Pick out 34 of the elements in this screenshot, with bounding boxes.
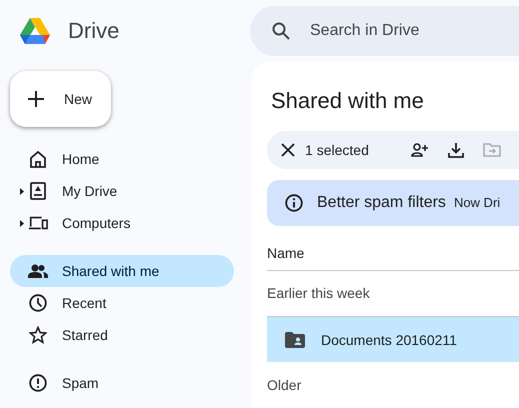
computers-icon bbox=[28, 215, 48, 231]
drive-icon bbox=[30, 182, 46, 200]
caret-icon bbox=[20, 188, 24, 194]
group-label: Earlier this week bbox=[267, 285, 370, 302]
star-icon bbox=[29, 326, 47, 344]
search-icon bbox=[272, 22, 290, 40]
sidebar-item[interactable]: Spam bbox=[10, 367, 234, 399]
home-icon bbox=[30, 150, 46, 168]
banner-text: Now Dri bbox=[454, 195, 500, 210]
sidebar-item[interactable]: Recent bbox=[10, 287, 234, 319]
sidebar-item[interactable]: My Drive bbox=[10, 175, 234, 207]
drive-logo-icon bbox=[20, 18, 50, 44]
file-row[interactable]: Documents 20160211 bbox=[267, 316, 519, 362]
plus-icon bbox=[28, 91, 44, 107]
banner-title: Better spam filters bbox=[317, 194, 446, 212]
sidebar-item[interactable]: Starred bbox=[10, 319, 234, 351]
new-button[interactable]: New bbox=[10, 71, 111, 127]
people-icon bbox=[28, 264, 48, 278]
sidebar-item[interactable]: Computers bbox=[10, 207, 234, 239]
app-name: Drive bbox=[68, 18, 120, 44]
search-field[interactable]: Search in Drive bbox=[308, 21, 512, 41]
info-icon bbox=[285, 194, 303, 212]
group-label: Older bbox=[267, 377, 302, 394]
shared-folder-icon bbox=[285, 332, 305, 348]
page-title: Shared with me bbox=[271, 87, 425, 115]
spam-icon bbox=[29, 374, 47, 392]
caret-icon bbox=[20, 220, 24, 226]
sidebar-item[interactable]: Shared with me bbox=[10, 255, 234, 287]
file-name: Documents 20160211 bbox=[321, 332, 457, 348]
sidebar-item[interactable]: Home bbox=[10, 143, 234, 175]
search-bar[interactable]: Search in Drive bbox=[250, 6, 519, 56]
selection-count: 1 selected bbox=[305, 142, 369, 158]
clock-icon bbox=[29, 294, 47, 312]
column-header[interactable]: Name bbox=[267, 244, 304, 261]
